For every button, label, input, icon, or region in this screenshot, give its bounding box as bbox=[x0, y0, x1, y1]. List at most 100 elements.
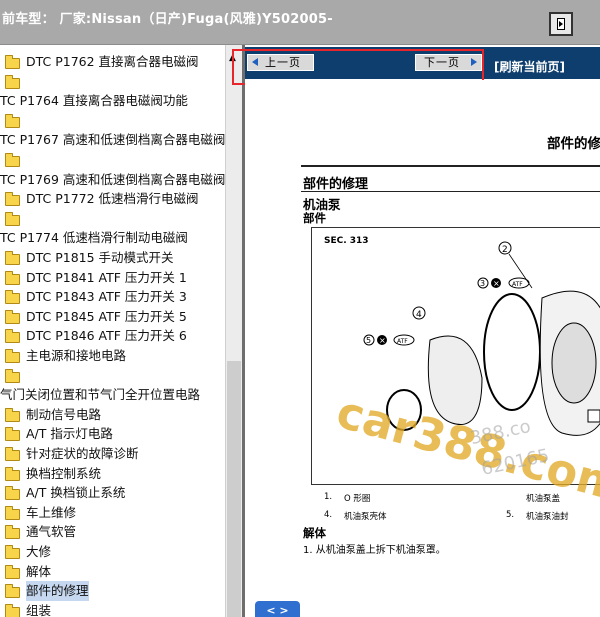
tree-item[interactable]: 主电源和接地电路 bbox=[0, 346, 225, 366]
disassembly-heading: 解体 bbox=[303, 526, 326, 540]
tree-item-label: TC P1767 高速和低速倒档离合器电磁阀 bbox=[0, 132, 225, 148]
tree-item-label: DTC P1762 直接离合器电磁阀 bbox=[26, 54, 199, 69]
page-toggle-button[interactable]: < > bbox=[255, 601, 300, 617]
folder-icon bbox=[5, 211, 20, 226]
folder-icon bbox=[5, 192, 20, 207]
legend-oring: O 形圈 bbox=[344, 494, 371, 504]
tree-item[interactable]: A/T 指示灯电路 bbox=[0, 424, 225, 444]
folder-icon bbox=[5, 466, 20, 481]
tree-panel: DTC P1762 直接离合器电磁阀 TC P1764 直接离合器电磁阀功能 TC … bbox=[0, 45, 225, 617]
tree-item[interactable]: 大修 bbox=[0, 542, 225, 562]
tree-item-label: 部件的修理 bbox=[26, 581, 89, 602]
window-title: 前车型： 厂家:Nissan（日产)Fuga(风雅)Y502005- bbox=[2, 12, 333, 27]
folder-icon bbox=[5, 153, 20, 167]
tree-item-label: DTC P1843 ATF 压力开关 3 bbox=[26, 289, 187, 305]
folder-icon bbox=[5, 368, 20, 383]
folder-icon bbox=[5, 309, 20, 324]
svg-text:5: 5 bbox=[366, 336, 371, 345]
folder-icon bbox=[5, 74, 20, 89]
atf-label: ATF bbox=[512, 281, 523, 288]
tree-item[interactable]: 制动信号电路 bbox=[0, 405, 225, 425]
refresh-link[interactable]: [刷新当前页] bbox=[494, 58, 565, 75]
tree-item-label: 制动信号电路 bbox=[26, 406, 102, 422]
tree-item[interactable]: 针对症状的故障诊断 bbox=[0, 444, 225, 464]
tree-item[interactable]: 部件的修理 bbox=[0, 581, 225, 602]
window-toggle-button[interactable] bbox=[549, 12, 573, 36]
tree-item[interactable]: DTC P1772 低速档滑行电磁阀 bbox=[0, 189, 225, 209]
tree-item[interactable] bbox=[0, 111, 225, 131]
folder-icon bbox=[5, 290, 20, 305]
tree-item[interactable]: DTC P1845 ATF 压力开关 5 bbox=[0, 307, 225, 327]
section-heading: 部件的修理 bbox=[303, 177, 369, 192]
tree-item[interactable]: 气门关闭位置和节气门全开位置电路 bbox=[0, 385, 225, 405]
folder-icon bbox=[5, 564, 20, 579]
tree-item-label: DTC P1845 ATF 压力开关 5 bbox=[26, 308, 187, 324]
folder-icon bbox=[5, 447, 20, 461]
folder-icon bbox=[5, 603, 20, 617]
folder-icon bbox=[5, 270, 20, 285]
tree-item[interactable]: TC P1767 高速和低速倒档离合器电磁阀 bbox=[0, 130, 225, 150]
doc-title: 部件的修 bbox=[547, 136, 600, 152]
tree-item-label: DTC P1772 低速档滑行电磁阀 bbox=[26, 191, 199, 207]
tree-item[interactable]: 通气软管 bbox=[0, 522, 225, 542]
folder-icon bbox=[5, 349, 20, 363]
tree-item-label: 组装 bbox=[26, 602, 52, 617]
legend-num-4: 4. bbox=[324, 510, 333, 520]
tree-item[interactable] bbox=[0, 366, 225, 386]
tree-item[interactable] bbox=[0, 72, 225, 92]
tree-item[interactable]: TC P1769 高速和低速倒档离合器电磁阀 bbox=[0, 170, 225, 190]
tree-item-label: 车上维修 bbox=[26, 504, 77, 520]
svg-text:3: 3 bbox=[480, 279, 485, 288]
tree-item-label: 主电源和接地电路 bbox=[26, 348, 127, 363]
tree-item[interactable] bbox=[0, 150, 225, 170]
tree-item-label: A/T 换档锁止系统 bbox=[26, 485, 126, 501]
tree-item-label: 气门关闭位置和节气门全开位置电路 bbox=[0, 387, 201, 403]
legend-num-1: 1. bbox=[324, 492, 333, 502]
tree-item[interactable]: TC P1764 直接离合器电磁阀功能 bbox=[0, 91, 225, 111]
tree-item[interactable]: 解体 bbox=[0, 562, 225, 582]
tree-item-label: TC P1764 直接离合器电磁阀功能 bbox=[0, 93, 188, 109]
tree-item-label: DTC P1815 手动模式开关 bbox=[26, 250, 174, 265]
tree-item-label: 换档控制系统 bbox=[26, 465, 102, 481]
sub-heading-parts: 部件 bbox=[303, 211, 326, 225]
atf-label-2: ATF bbox=[397, 338, 408, 345]
tree-item-label: DTC P1846 ATF 压力开关 6 bbox=[26, 328, 187, 344]
disassembly-step: 1. 从机油泵盖上拆下机油泵罩。 bbox=[303, 545, 446, 556]
scrollbar-thumb[interactable] bbox=[227, 361, 241, 617]
tree-item[interactable]: 换档控制系统 bbox=[0, 464, 225, 484]
panel-toggle-icon bbox=[557, 18, 565, 30]
tree-item[interactable]: TC P1774 低速档滑行制动电磁阀 bbox=[0, 228, 225, 248]
tree-item[interactable]: 车上维修 bbox=[0, 503, 225, 523]
folder-icon bbox=[5, 55, 20, 69]
tree-item-label: 大修 bbox=[26, 544, 52, 559]
tree-item[interactable]: DTC P1841 ATF 压力开关 1 bbox=[0, 268, 225, 288]
tree-item[interactable]: 组装 bbox=[0, 601, 225, 617]
callout-2: 2 bbox=[502, 245, 508, 255]
tree-scrollbar[interactable]: ▲ bbox=[225, 45, 243, 617]
legend-num-5: 5. bbox=[506, 510, 515, 520]
folder-icon bbox=[5, 407, 20, 422]
tree-item-label: 针对症状的故障诊断 bbox=[26, 446, 139, 461]
legend-pump-housing: 机油泵壳体 bbox=[344, 512, 387, 522]
tree-item-label: A/T 指示灯电路 bbox=[26, 426, 113, 442]
folder-icon bbox=[5, 584, 20, 599]
folder-icon bbox=[5, 486, 20, 501]
folder-icon bbox=[5, 545, 20, 559]
rule bbox=[301, 165, 600, 167]
tree-item[interactable]: A/T 换档锁止系统 bbox=[0, 483, 225, 503]
title-bar: 前车型： 厂家:Nissan（日产)Fuga(风雅)Y502005- bbox=[0, 0, 600, 45]
tree-item-label: 解体 bbox=[26, 563, 52, 579]
folder-icon bbox=[5, 113, 20, 128]
tree-item[interactable]: DTC P1815 手动模式开关 bbox=[0, 248, 225, 268]
tree-item[interactable]: DTC P1762 直接离合器电磁阀 bbox=[0, 52, 225, 72]
svg-text:×: × bbox=[493, 279, 500, 288]
document-view: 部件的修 部件的修理 机油泵 部件 SEC. 313 2 3 × ATF 4 5… bbox=[245, 80, 600, 617]
tree-item[interactable]: DTC P1846 ATF 压力开关 6 bbox=[0, 326, 225, 346]
svg-text:4: 4 bbox=[416, 310, 422, 320]
tree-item-label: TC P1769 高速和低速倒档离合器电磁阀 bbox=[0, 171, 225, 187]
svg-text:×: × bbox=[379, 336, 386, 345]
tree-item-label: 通气软管 bbox=[26, 524, 77, 540]
tree-item[interactable]: DTC P1843 ATF 压力开关 3 bbox=[0, 287, 225, 307]
tree-item[interactable] bbox=[0, 209, 225, 229]
legend-pump-seal: 机油泵油封 bbox=[526, 512, 569, 522]
